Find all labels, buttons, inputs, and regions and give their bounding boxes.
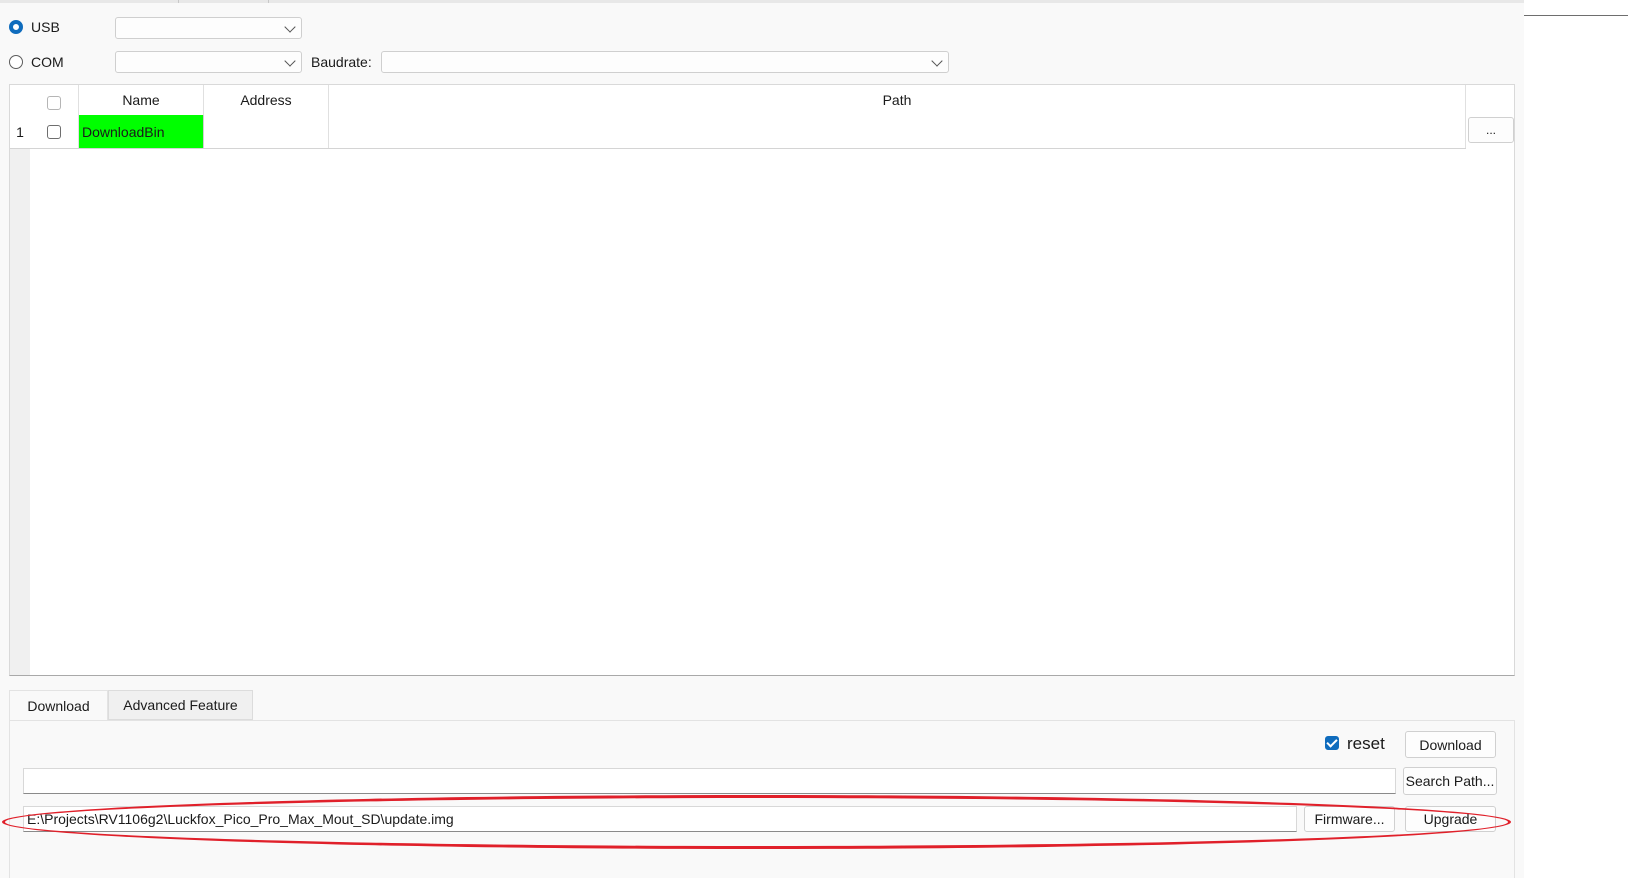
download-tab-panel: [9, 720, 1515, 878]
chevron-down-icon: [284, 55, 296, 67]
com-radio[interactable]: COM: [9, 54, 64, 70]
tab-advanced-feature[interactable]: Advanced Feature: [108, 690, 253, 720]
search-path-input[interactable]: [23, 768, 1396, 794]
firmware-path-input[interactable]: E:\Projects\RV1106g2\Luckfox_Pico_Pro_Ma…: [23, 806, 1297, 832]
firmware-button[interactable]: Firmware...: [1304, 806, 1395, 832]
right-blank-area: [1524, 0, 1628, 878]
table-row-checkbox-cell: [30, 115, 79, 148]
row-checkbox[interactable]: [47, 124, 61, 139]
column-header-name[interactable]: Name: [79, 85, 204, 115]
row-path-cell[interactable]: [329, 115, 1466, 148]
download-table: Name Address Path 1 DownloadBin ...: [9, 84, 1515, 676]
usb-radio[interactable]: USB: [9, 19, 60, 35]
row-name-cell[interactable]: DownloadBin: [79, 115, 204, 148]
tab-download[interactable]: Download: [9, 690, 108, 721]
row-index: 1: [16, 123, 24, 140]
usb-radio-label: USB: [31, 19, 60, 35]
baudrate-select[interactable]: [381, 51, 949, 73]
usb-radio-indicator: [9, 20, 23, 34]
download-button[interactable]: Download: [1405, 731, 1496, 758]
top-tab-strip: [0, 0, 1524, 3]
app-window: USB COM Baudrate: Name Address Path 1 Do…: [0, 0, 1524, 878]
chevron-down-icon: [284, 21, 296, 33]
column-header-path[interactable]: Path: [329, 85, 1466, 115]
row-divider: [10, 148, 1466, 149]
row-header-column: [10, 149, 30, 675]
search-path-button[interactable]: Search Path...: [1403, 767, 1497, 795]
reset-label: reset: [1347, 734, 1385, 753]
reset-checkbox[interactable]: [1325, 736, 1339, 750]
select-all-checkbox[interactable]: [47, 96, 61, 110]
browse-path-button[interactable]: ...: [1468, 117, 1514, 143]
baudrate-label: Baudrate:: [311, 54, 372, 70]
usb-device-select[interactable]: [115, 17, 302, 39]
com-port-select[interactable]: [115, 51, 302, 73]
upgrade-button[interactable]: Upgrade: [1405, 806, 1496, 832]
chevron-down-icon: [931, 55, 943, 67]
com-radio-label: COM: [31, 54, 64, 70]
select-all-header: [30, 85, 79, 115]
column-header-address[interactable]: Address: [204, 85, 329, 115]
right-separator-line: [1524, 15, 1628, 16]
row-address-cell[interactable]: [204, 115, 329, 148]
com-radio-indicator: [9, 55, 23, 69]
